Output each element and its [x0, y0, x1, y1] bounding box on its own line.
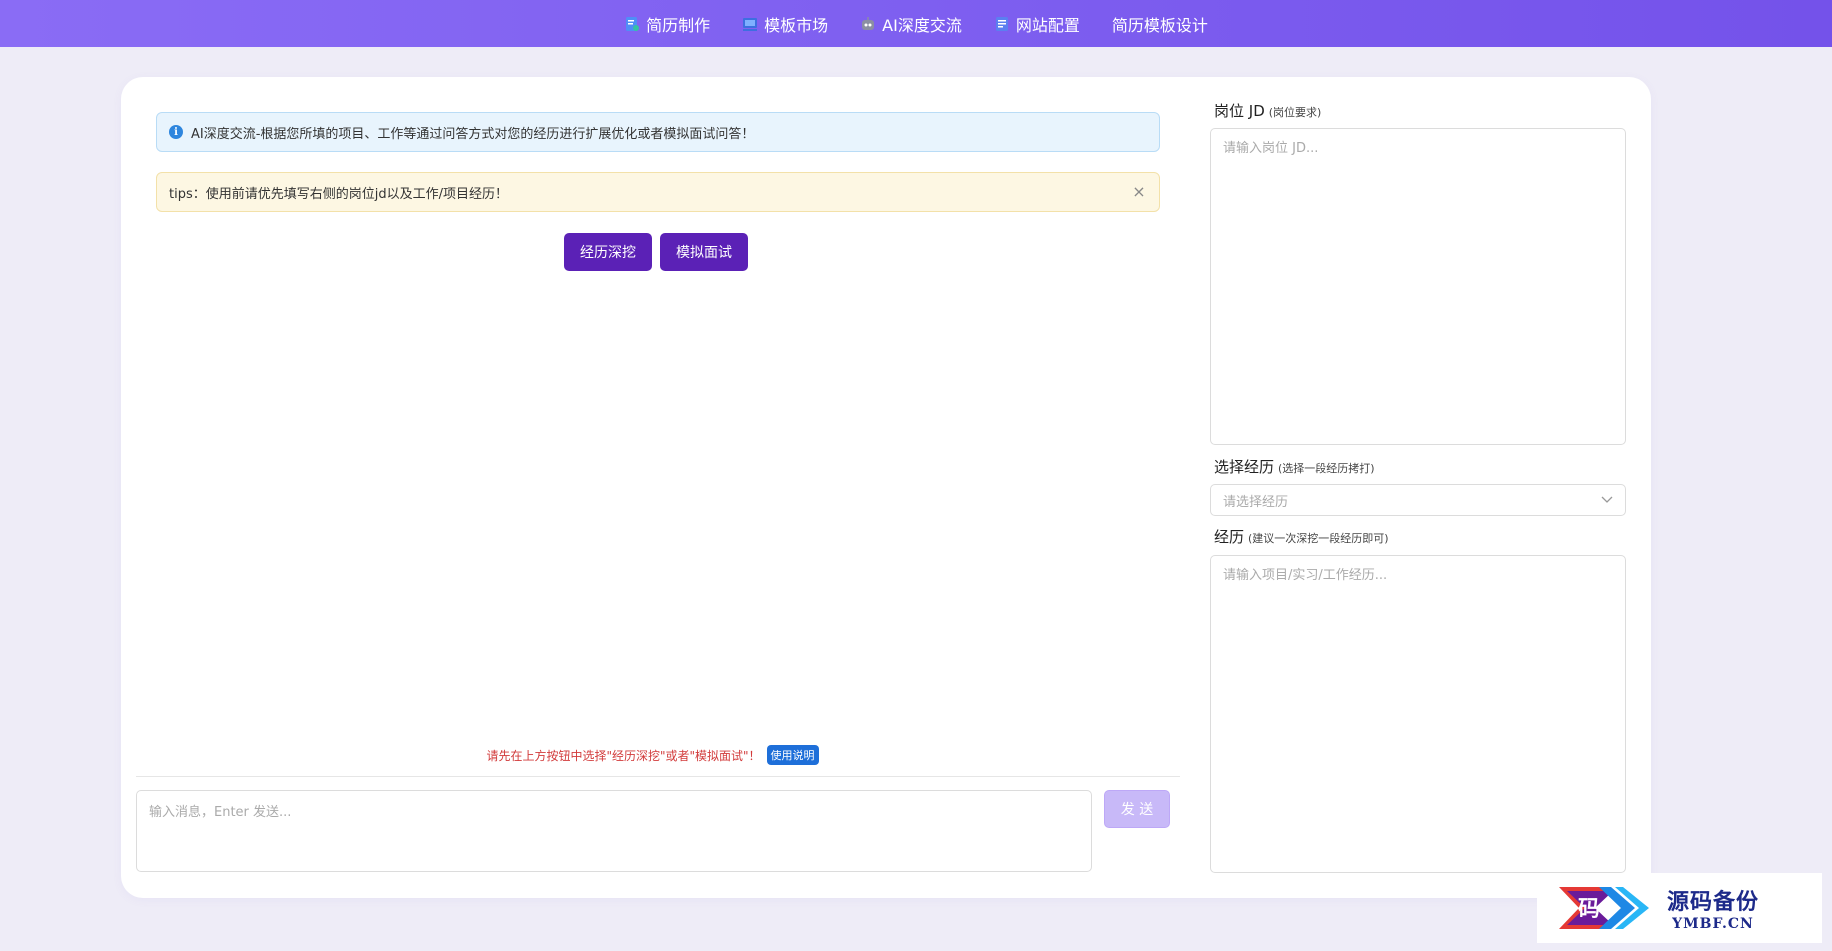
mode-hint-text: 请先在上方按钮中选择"经历深挖"或者"模拟面试"！ [486, 748, 761, 763]
main-card: i AI深度交流-根据您所填的项目、工作等通过问答方式对您的经历进行扩展优化或者… [121, 77, 1651, 898]
mock-interview-button[interactable]: 模拟面试 [660, 233, 748, 271]
resume-icon [624, 16, 640, 32]
top-navigation: 简历制作 模板市场 AI深度交流 网站配置 简历模板设计 [0, 0, 1832, 47]
tips-alert-text: tips：使用前请优先填写右侧的岗位jd以及工作/项目经历！ [169, 186, 508, 202]
select-experience-label-text: 选择经历 [1214, 458, 1275, 476]
message-input[interactable] [136, 790, 1092, 872]
experience-label-text: 经历 [1214, 528, 1245, 546]
info-alert-text: AI深度交流-根据您所填的项目、工作等通过问答方式对您的经历进行扩展优化或者模拟… [191, 126, 755, 142]
watermark-logo-char: 码 [1578, 896, 1600, 922]
chevron-down-icon [1601, 493, 1613, 507]
nav-item-template-design[interactable]: 简历模板设计 [1112, 12, 1208, 36]
watermark-logo-icon: 码 [1559, 887, 1649, 929]
select-experience-sublabel: (选择一段经历拷打) [1278, 462, 1375, 475]
jd-sublabel: (岗位要求) [1268, 106, 1322, 119]
nav-item-site-config[interactable]: 网站配置 [994, 12, 1080, 36]
nav-item-label: 简历模板设计 [1111, 15, 1208, 35]
nav-item-template-market[interactable]: 模板市场 [742, 12, 828, 36]
template-market-icon [742, 16, 758, 32]
mode-button-group: 经历深挖 模拟面试 [564, 233, 748, 271]
experience-sublabel: (建议一次深挖一段经历即可) [1248, 532, 1389, 545]
nav-item-label: 网站配置 [1015, 15, 1080, 35]
mode-hint: 请先在上方按钮中选择"经历深挖"或者"模拟面试"！ 使用说明 [121, 745, 1184, 765]
nav-item-ai-chat[interactable]: AI深度交流 [860, 12, 962, 36]
nav-item-label: AI深度交流 [882, 15, 962, 35]
nav-item-label: 简历制作 [646, 15, 711, 35]
jd-label-text: 岗位 JD [1214, 102, 1265, 120]
settings-doc-icon [994, 16, 1010, 32]
jd-label: 岗位 JD (岗位要求) [1214, 100, 1321, 121]
watermark-text: 源码备份 YMBF.CN [1667, 884, 1759, 932]
info-alert: i AI深度交流-根据您所填的项目、工作等通过问答方式对您的经历进行扩展优化或者… [156, 112, 1160, 152]
experience-label: 经历 (建议一次深挖一段经历即可) [1214, 526, 1389, 547]
watermark: 码 源码备份 YMBF.CN [1537, 873, 1822, 943]
watermark-cn: 源码备份 [1667, 889, 1760, 915]
tips-alert: tips：使用前请优先填写右侧的岗位jd以及工作/项目经历！ × [156, 172, 1160, 212]
send-button[interactable]: 发 送 [1104, 790, 1170, 828]
info-icon: i [169, 125, 183, 139]
nav-item-label: 模板市场 [764, 15, 829, 35]
experience-select-placeholder: 请选择经历 [1223, 494, 1289, 510]
select-experience-label: 选择经历 (选择一段经历拷打) [1214, 456, 1375, 477]
close-icon[interactable]: × [1131, 184, 1147, 200]
experience-textarea[interactable] [1210, 555, 1626, 873]
divider [136, 776, 1180, 777]
jd-textarea[interactable] [1210, 128, 1626, 445]
robot-icon [860, 16, 876, 32]
deep-dig-button[interactable]: 经历深挖 [564, 233, 652, 271]
nav-item-resume[interactable]: 简历制作 [624, 12, 710, 36]
experience-select[interactable]: 请选择经历 [1210, 484, 1626, 516]
watermark-en: YMBF.CN [1672, 916, 1754, 932]
help-button[interactable]: 使用说明 [766, 745, 819, 765]
